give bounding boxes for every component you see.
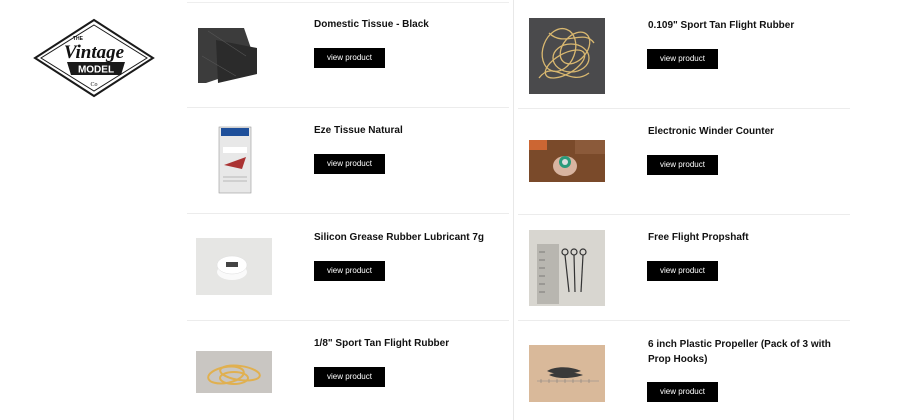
view-product-button[interactable]: view product [647,49,718,69]
row-divider [518,214,850,215]
product-title[interactable]: 1/8" Sport Tan Flight Rubber [314,336,449,351]
row-divider [187,107,509,108]
row-divider [518,108,850,109]
view-product-button[interactable]: view product [314,48,385,68]
rubber-loop-image[interactable] [196,351,272,393]
grease-tub-image[interactable] [196,238,272,295]
rubber-bands-image[interactable] [529,18,605,94]
svg-text:Co: Co [90,82,97,88]
vintage-model-co-logo[interactable]: THE Vintage MODEL Co [33,18,155,98]
product-title[interactable]: Eze Tissue Natural [314,123,403,138]
view-product-button[interactable]: view product [647,382,718,402]
svg-text:Vintage: Vintage [64,42,125,63]
product-title[interactable]: 6 inch Plastic Propeller (Pack of 3 with… [648,337,853,367]
row-divider [187,213,509,214]
view-product-button[interactable]: view product [647,155,718,175]
view-product-button[interactable]: view product [314,367,385,387]
product-title[interactable]: Electronic Winder Counter [648,124,774,139]
product-title[interactable]: 0.109" Sport Tan Flight Rubber [648,18,794,33]
product-title[interactable]: Silicon Grease Rubber Lubricant 7g [314,230,484,245]
tissue-package-image[interactable] [216,125,254,195]
top-divider [187,2,509,3]
propeller-image[interactable] [529,345,605,402]
row-divider [187,320,509,321]
row-divider [518,320,850,321]
column-divider [513,0,514,420]
winder-counter-image[interactable] [529,140,605,182]
view-product-button[interactable]: view product [314,154,385,174]
view-product-button[interactable]: view product [314,261,385,281]
product-title[interactable]: Free Flight Propshaft [648,230,749,245]
svg-text:MODEL: MODEL [78,65,114,76]
product-title[interactable]: Domestic Tissue - Black [314,17,429,32]
black-tissue-image[interactable] [196,26,257,83]
propshaft-image[interactable] [529,230,605,306]
view-product-button[interactable]: view product [647,261,718,281]
